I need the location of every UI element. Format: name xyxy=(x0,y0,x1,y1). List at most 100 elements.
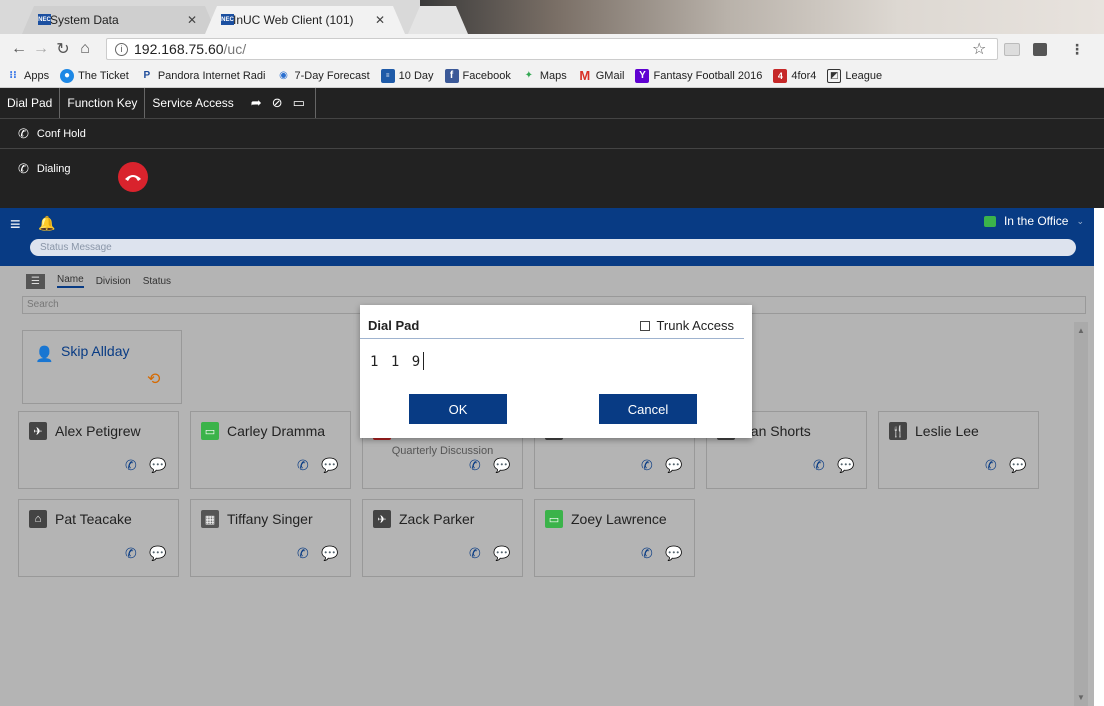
chat-icon[interactable]: 💬 xyxy=(493,457,510,474)
sort-by-division[interactable]: Division xyxy=(96,276,131,287)
phone-icon[interactable]: ✆ xyxy=(297,457,309,474)
phone-icon[interactable]: ✆ xyxy=(813,457,825,474)
chat-icon[interactable]: 💬 xyxy=(665,545,682,562)
chat-icon[interactable]: 💬 xyxy=(321,457,338,474)
bookmark-label: GMail xyxy=(595,69,625,82)
chat-icon[interactable]: 💬 xyxy=(1009,457,1026,474)
dial-number-input[interactable]: 1 1 9 xyxy=(370,352,425,370)
phone-icon[interactable]: ✆ xyxy=(469,545,481,562)
bookmark-label: The Ticket xyxy=(78,69,129,82)
hangup-button[interactable] xyxy=(118,162,148,192)
conference-phone-icon: ✆ xyxy=(18,125,29,141)
bookmark-facebook[interactable]: f Facebook xyxy=(444,68,511,83)
chat-icon[interactable]: 💬 xyxy=(149,545,166,562)
bookmark-apps[interactable]: ⁝⁝ Apps xyxy=(6,69,49,83)
extension-icon[interactable] xyxy=(1033,43,1047,56)
maps-icon: ✦ xyxy=(524,70,534,81)
phone-icon: ✆ xyxy=(18,161,29,176)
self-contact-card[interactable]: 👤 Skip Allday ⟲ xyxy=(22,330,182,404)
hamburger-menu-icon[interactable]: ≡ xyxy=(10,215,21,233)
tab-close-icon[interactable]: ✕ xyxy=(187,13,197,27)
sort-tabs: ☰ Name Division Status xyxy=(26,272,171,290)
trunk-access-checkbox[interactable]: Trunk Access xyxy=(640,318,734,333)
bookmark-pandora[interactable]: P Pandora Internet Radi xyxy=(140,69,266,83)
history-icon[interactable]: ⟲ xyxy=(147,369,160,389)
chat-icon[interactable]: 💬 xyxy=(665,457,682,474)
cancel-button[interactable]: Cancel xyxy=(599,394,697,424)
scroll-down-icon[interactable]: ▼ xyxy=(1077,693,1085,702)
dining-icon: 🍴 xyxy=(889,422,907,440)
contact-card[interactable]: ▭ Zoey Lawrence ✆ 💬 xyxy=(534,499,695,577)
tab-service-access[interactable]: Service Access xyxy=(145,88,240,118)
phone-icon[interactable]: ✆ xyxy=(469,457,481,474)
bookmark-star-icon[interactable]: ☆ xyxy=(972,39,986,59)
do-not-disturb-icon[interactable]: ⊘ xyxy=(272,95,283,111)
presence-label: In the Office xyxy=(1003,214,1069,228)
ok-button[interactable]: OK xyxy=(409,394,507,424)
monitor-icon: ▭ xyxy=(545,510,563,528)
sort-by-name[interactable]: Name xyxy=(57,274,84,288)
toolbar-icon-group: ➦ ⊘ ▭ xyxy=(241,88,316,118)
contact-card[interactable]: 🍴 Leslie Lee ✆ 💬 xyxy=(878,411,1039,489)
forward-arrow-icon[interactable]: → xyxy=(30,40,52,58)
phone-icon[interactable]: ✆ xyxy=(641,545,653,562)
notification-bell-icon[interactable]: 🔔 xyxy=(38,215,55,232)
tab-close-icon[interactable]: ✕ xyxy=(375,13,385,27)
bookmark-fantasy-football[interactable]: Y Fantasy Football 2016 xyxy=(635,68,762,83)
bookmark-the-ticket[interactable]: ● The Ticket xyxy=(60,68,129,83)
extension-icon[interactable] xyxy=(1004,43,1020,56)
yahoo-icon: Y xyxy=(635,68,650,83)
phone-icon[interactable]: ✆ xyxy=(297,545,309,562)
chat-icon[interactable]: 💬 xyxy=(837,457,854,474)
url-field[interactable]: i 192.168.75.60 /uc/ xyxy=(106,38,998,60)
weather-icon: ◉ xyxy=(279,70,288,81)
contact-name: Zoey Lawrence xyxy=(571,511,667,527)
checkbox-icon[interactable] xyxy=(640,320,651,331)
scroll-up-icon[interactable]: ▲ xyxy=(1077,326,1085,335)
chat-icon[interactable]: 💬 xyxy=(149,457,166,474)
phone-icon[interactable]: ✆ xyxy=(641,457,653,474)
contact-card[interactable]: ▦ Tiffany Singer ✆ 💬 xyxy=(190,499,351,577)
gmail-icon: M xyxy=(579,68,591,83)
bookmark-league[interactable]: ◩ League xyxy=(827,68,882,83)
tab-function-key[interactable]: Function Key xyxy=(60,88,146,118)
back-arrow-icon[interactable]: ← xyxy=(8,40,30,58)
contact-card[interactable]: ⌂ Pat Teacake ✆ 💬 xyxy=(18,499,179,577)
bookmark-maps[interactable]: ✦ Maps xyxy=(522,69,567,83)
chat-icon[interactable]: 💬 xyxy=(321,545,338,562)
chat-icon[interactable]: 💬 xyxy=(493,545,510,562)
presence-selector[interactable]: In the Office ⌄ xyxy=(983,214,1084,228)
dialing-label: Dialing xyxy=(36,163,71,175)
tab-dial-pad[interactable]: Dial Pad xyxy=(0,88,61,118)
in-office-icon xyxy=(983,215,996,227)
home-icon[interactable]: ⌂ xyxy=(74,40,96,58)
list-view-icon[interactable]: ☰ xyxy=(26,273,45,289)
scrollbar[interactable]: ▲ ▼ xyxy=(1074,322,1088,706)
bookmark-7-day-forecast[interactable]: ◉ 7-Day Forecast xyxy=(276,69,370,83)
site-info-icon[interactable]: i xyxy=(115,42,128,56)
airplane-icon: ✈ xyxy=(29,422,47,440)
bookmark-gmail[interactable]: M GMail xyxy=(578,68,625,83)
contact-card[interactable]: ▭ Carley Dramma ✆ 💬 xyxy=(190,411,351,489)
phone-icon[interactable]: ✆ xyxy=(125,545,137,562)
conf-hold-row[interactable]: ✆ Conf Hold xyxy=(0,118,1104,148)
fourfor4-icon: 4 xyxy=(773,68,788,83)
phone-icon[interactable]: ✆ xyxy=(125,457,137,474)
bookmark-label: Pandora Internet Radi xyxy=(157,69,266,82)
phone-icon[interactable]: ✆ xyxy=(985,457,997,474)
browser-menu-icon[interactable]: ⋮ xyxy=(1070,41,1084,58)
bookmark-10-day[interactable]: ≡ 10 Day xyxy=(380,68,434,83)
contact-card[interactable]: ✈ Alex Petigrew ✆ 💬 xyxy=(18,411,179,489)
tab-label: InUC Web Client (101) xyxy=(233,13,354,27)
bookmark-4for4[interactable]: 4 4for4 xyxy=(773,68,816,83)
bookmark-label: Facebook xyxy=(462,69,511,82)
forward-call-icon[interactable]: ➦ xyxy=(251,95,262,111)
sort-by-status[interactable]: Status xyxy=(143,276,171,287)
tab-system-data[interactable]: NEC System Data ✕ xyxy=(22,6,217,34)
tab-inuc-web-client[interactable]: NEC InUC Web Client (101) ✕ xyxy=(205,6,405,34)
contact-card[interactable]: ✈ Zack Parker ✆ 💬 xyxy=(362,499,523,577)
status-message-input[interactable]: Status Message xyxy=(30,239,1076,256)
screen-icon[interactable]: ▭ xyxy=(293,95,305,111)
reload-icon[interactable]: ↻ xyxy=(52,39,74,59)
hangup-icon xyxy=(125,175,141,181)
